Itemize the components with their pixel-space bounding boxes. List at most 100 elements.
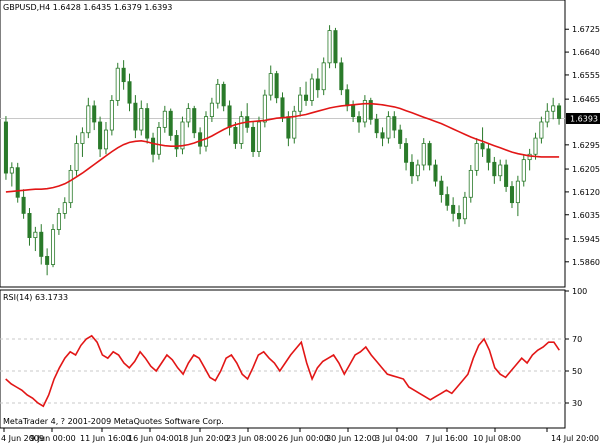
candle-bearish	[427, 143, 432, 166]
candle-bullish	[186, 108, 191, 123]
candle-bullish	[56, 213, 61, 230]
candle-bullish	[298, 94, 303, 112]
candle-bearish	[198, 132, 203, 147]
candle-bearish	[45, 256, 50, 265]
candle-bearish	[151, 137, 156, 155]
candle-bullish	[309, 78, 314, 101]
candle-bullish	[474, 143, 479, 171]
price-tick-label: 1.6205	[572, 165, 600, 174]
candle-bullish	[386, 116, 391, 139]
candle-bearish	[439, 180, 444, 195]
price-tick-label: 1.6640	[572, 48, 600, 57]
candle-bullish	[327, 30, 332, 64]
candle-bearish	[409, 161, 414, 177]
price-tick-label: 1.6465	[572, 95, 600, 104]
candle-bullish	[462, 196, 467, 220]
time-axis: 4 Jun 20099 Jun 00:00 11 Jun 16:0016 Jun …	[1, 428, 599, 443]
price-tick-label: 1.6120	[572, 188, 600, 197]
rsi-level-lines	[0, 338, 565, 404]
candles	[3, 25, 562, 276]
time-tick-label: 9 Jun 00:00	[30, 434, 76, 443]
rsi-title: RSI(14) 63.1733	[3, 293, 68, 302]
price-tick-label: 1.6725	[572, 25, 600, 34]
candle-bearish	[127, 81, 132, 104]
footer-copyright: MetaTrader 4, ? 2001-2009 MetaQuotes Sof…	[3, 417, 224, 426]
time-tick-label: 18 Jun 20:00	[178, 434, 229, 443]
candle-bearish	[315, 78, 320, 91]
price-tick-label: 1.6295	[572, 141, 600, 150]
candle-bullish	[9, 167, 14, 174]
candle-bullish	[292, 110, 297, 139]
candle-bullish	[215, 83, 220, 104]
candle-bullish	[50, 229, 56, 265]
candle-bearish	[192, 108, 197, 134]
symbol-info-label: GBPUSD,H4 1.6428 1.6435 1.6379 1.6393	[3, 3, 172, 12]
candle-bearish	[504, 164, 509, 187]
candle-bearish	[133, 102, 138, 131]
candle-bearish	[486, 148, 491, 163]
candle-bearish	[92, 105, 97, 123]
rsi-axis: 100 70 50 30	[565, 287, 587, 408]
candle-bullish	[521, 159, 526, 182]
candle-bearish	[304, 94, 309, 101]
candle-bearish	[374, 118, 379, 134]
candle-bearish	[339, 62, 344, 91]
candle-bullish	[62, 202, 67, 214]
candle-bearish	[433, 164, 438, 182]
candle-bearish	[457, 213, 462, 220]
candle-bearish	[145, 108, 150, 139]
price-axis: 1.6725 1.6640 1.6555 1.6465 1.6295 1.6205 1.61…	[565, 25, 600, 267]
candle-bearish	[233, 126, 238, 144]
price-panel: 1.6725 1.6640 1.6555 1.6465 1.6295 1.6205 1.61…	[0, 0, 600, 288]
candle-bullish	[162, 110, 167, 128]
candle-bullish	[109, 100, 114, 131]
candle-bearish	[168, 110, 173, 136]
candle-bullish	[551, 105, 556, 112]
candle-bearish	[404, 143, 409, 163]
candle-bearish	[227, 105, 232, 128]
candle-bearish	[345, 89, 350, 107]
price-panel-frame	[0, 0, 566, 288]
candle-bullish	[33, 231, 38, 239]
candle-bearish	[509, 186, 515, 204]
candle-bullish	[139, 108, 144, 131]
candle-bullish	[268, 73, 273, 96]
candle-bearish	[274, 73, 279, 99]
price-tick-label: 1.5945	[572, 235, 600, 244]
candle-bullish	[74, 143, 79, 171]
time-tick-label: 14 Jul 20:00	[551, 434, 599, 443]
candle-bearish	[333, 30, 338, 64]
time-tick-label: 26 Jun 00:00	[278, 434, 329, 443]
time-tick-label: 30 Jun 12:00	[326, 434, 377, 443]
candle-bearish	[451, 204, 456, 214]
candle-bullish	[321, 62, 326, 91]
candle-bullish	[80, 132, 85, 144]
rsi-tick-label: 50	[572, 367, 582, 376]
candle-bearish	[351, 105, 356, 118]
candle-bearish	[98, 121, 103, 150]
candle-bullish	[68, 169, 73, 204]
candle-bearish	[492, 161, 497, 177]
candle-bullish	[545, 110, 550, 123]
candle-bearish	[121, 67, 126, 83]
candle-bearish	[21, 196, 26, 214]
candle-bullish	[468, 169, 473, 198]
candle-bearish	[251, 126, 256, 152]
candle-bullish	[539, 121, 544, 139]
candle-bullish	[262, 94, 267, 123]
candle-bullish	[415, 164, 420, 177]
candle-bearish	[221, 83, 226, 107]
candle-bullish	[156, 126, 161, 155]
candle-bullish	[239, 116, 244, 144]
candle-bearish	[27, 213, 32, 239]
trading-chart: 1.6725 1.6640 1.6555 1.6465 1.6295 1.6205 1.61…	[0, 0, 600, 443]
time-tick-label: 16 Jun 04:00	[128, 434, 179, 443]
current-price-tag-label: 1.6393	[570, 114, 598, 123]
time-tick-label: 3 Jul 04:00	[375, 434, 418, 443]
rsi-panel-frame	[0, 289, 566, 429]
price-tick-label: 1.5860	[572, 258, 600, 267]
candle-bearish	[380, 132, 385, 139]
price-tick-label: 1.6035	[572, 211, 600, 220]
price-tick-label: 1.6555	[572, 71, 600, 80]
candle-bullish	[103, 129, 108, 150]
